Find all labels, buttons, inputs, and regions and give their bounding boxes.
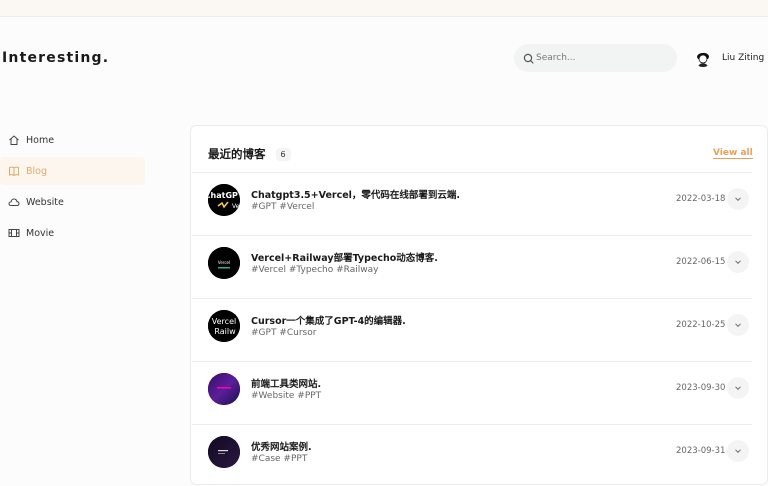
sidebar-item-label: Home — [26, 134, 55, 146]
sidebar-item-label: Website — [26, 196, 64, 208]
post-tags: #Website #PPT — [251, 391, 322, 401]
list-item[interactable]: 优秀网站案例. #Case #PPT 2023-09-31 — [192, 424, 752, 486]
post-title[interactable]: 前端工具类网站. — [251, 376, 321, 390]
post-count-badge: 6 — [275, 147, 291, 161]
blog-panel: 最近的博客 6 View all ChatGPT Ver Chatgpt3.5+… — [190, 125, 768, 485]
home-icon — [8, 134, 20, 146]
search-icon — [522, 51, 536, 65]
book-icon — [8, 165, 20, 177]
chevron-down-icon — [735, 449, 741, 454]
user-name[interactable]: Liu Ziting — [722, 53, 764, 63]
sidebar: Home Blog Website Movie — [0, 126, 150, 250]
thumb-text: Vercel — [218, 260, 230, 265]
panel-title: 最近的博客 — [208, 147, 266, 161]
film-icon — [8, 227, 20, 239]
svg-text:Vercel: Vercel — [212, 317, 236, 326]
post-tags: #Vercel #Typecho #Railway — [251, 265, 379, 275]
sidebar-item-label: Blog — [26, 165, 47, 177]
post-date: 2023-09-30 — [676, 383, 726, 393]
sidebar-item-movie[interactable]: Movie — [0, 219, 145, 247]
post-thumbnail: ChatGPT Ver — [208, 184, 240, 216]
post-thumbnail: Vercel Railw — [208, 310, 240, 342]
post-tags: #GPT #Cursor — [251, 328, 317, 338]
post-tags: #Case #PPT — [251, 454, 308, 464]
post-title[interactable]: Cursor一个集成了GPT-4的编辑器. — [251, 313, 406, 327]
chevron-down-icon — [735, 386, 741, 391]
post-date: 2022-06-15 — [676, 257, 726, 267]
post-title[interactable]: Chatgpt3.5+Vercel，零代码在线部署到云端. — [251, 187, 460, 201]
expand-button[interactable] — [727, 251, 749, 273]
svg-text:Ver: Ver — [232, 203, 240, 210]
sidebar-item-blog[interactable]: Blog — [0, 157, 145, 185]
chevron-down-icon — [735, 260, 741, 265]
expand-button[interactable] — [727, 440, 749, 462]
list-item[interactable]: ChatGPT Ver Chatgpt3.5+Vercel，零代码在线部署到云端… — [192, 172, 752, 234]
chevron-down-icon — [735, 323, 741, 328]
search-input[interactable] — [536, 49, 672, 67]
post-thumbnail — [208, 436, 240, 468]
post-title[interactable]: 优秀网站案例. — [251, 439, 312, 453]
expand-button[interactable] — [727, 377, 749, 399]
expand-button[interactable] — [727, 314, 749, 336]
search-box[interactable] — [514, 44, 677, 72]
list-item[interactable]: Vercel Railw Cursor一个集成了GPT-4的编辑器. #GPT … — [192, 298, 752, 360]
list-item[interactable]: 前端工具类网站. #Website #PPT 2023-09-30 — [192, 361, 752, 423]
sidebar-item-home[interactable]: Home — [0, 126, 145, 154]
cloud-icon — [8, 196, 20, 208]
sidebar-item-label: Movie — [26, 227, 55, 239]
sidebar-item-website[interactable]: Website — [0, 188, 145, 216]
site-logo[interactable]: Interesting. — [2, 50, 109, 66]
post-thumbnail — [208, 373, 240, 405]
post-date: 2022-10-25 — [676, 320, 726, 330]
chevron-down-icon — [735, 197, 741, 202]
panel-header: 最近的博客 6 — [208, 146, 291, 162]
post-date: 2022-03-18 — [676, 194, 726, 204]
thumb-text: ChatGPT — [208, 191, 240, 200]
expand-button[interactable] — [727, 188, 749, 210]
list-item[interactable]: Vercel Vercel+Railway部署Typecho动态博客. #Ver… — [192, 235, 752, 297]
view-all-link[interactable]: View all — [713, 148, 753, 159]
post-tags: #GPT #Vercel — [251, 202, 315, 212]
avatar[interactable] — [694, 49, 712, 67]
post-thumbnail: Vercel — [208, 247, 240, 279]
top-strip — [0, 0, 768, 17]
post-date: 2023-09-31 — [676, 446, 726, 456]
svg-text:Railw: Railw — [214, 327, 236, 336]
post-title[interactable]: Vercel+Railway部署Typecho动态博客. — [251, 250, 438, 264]
